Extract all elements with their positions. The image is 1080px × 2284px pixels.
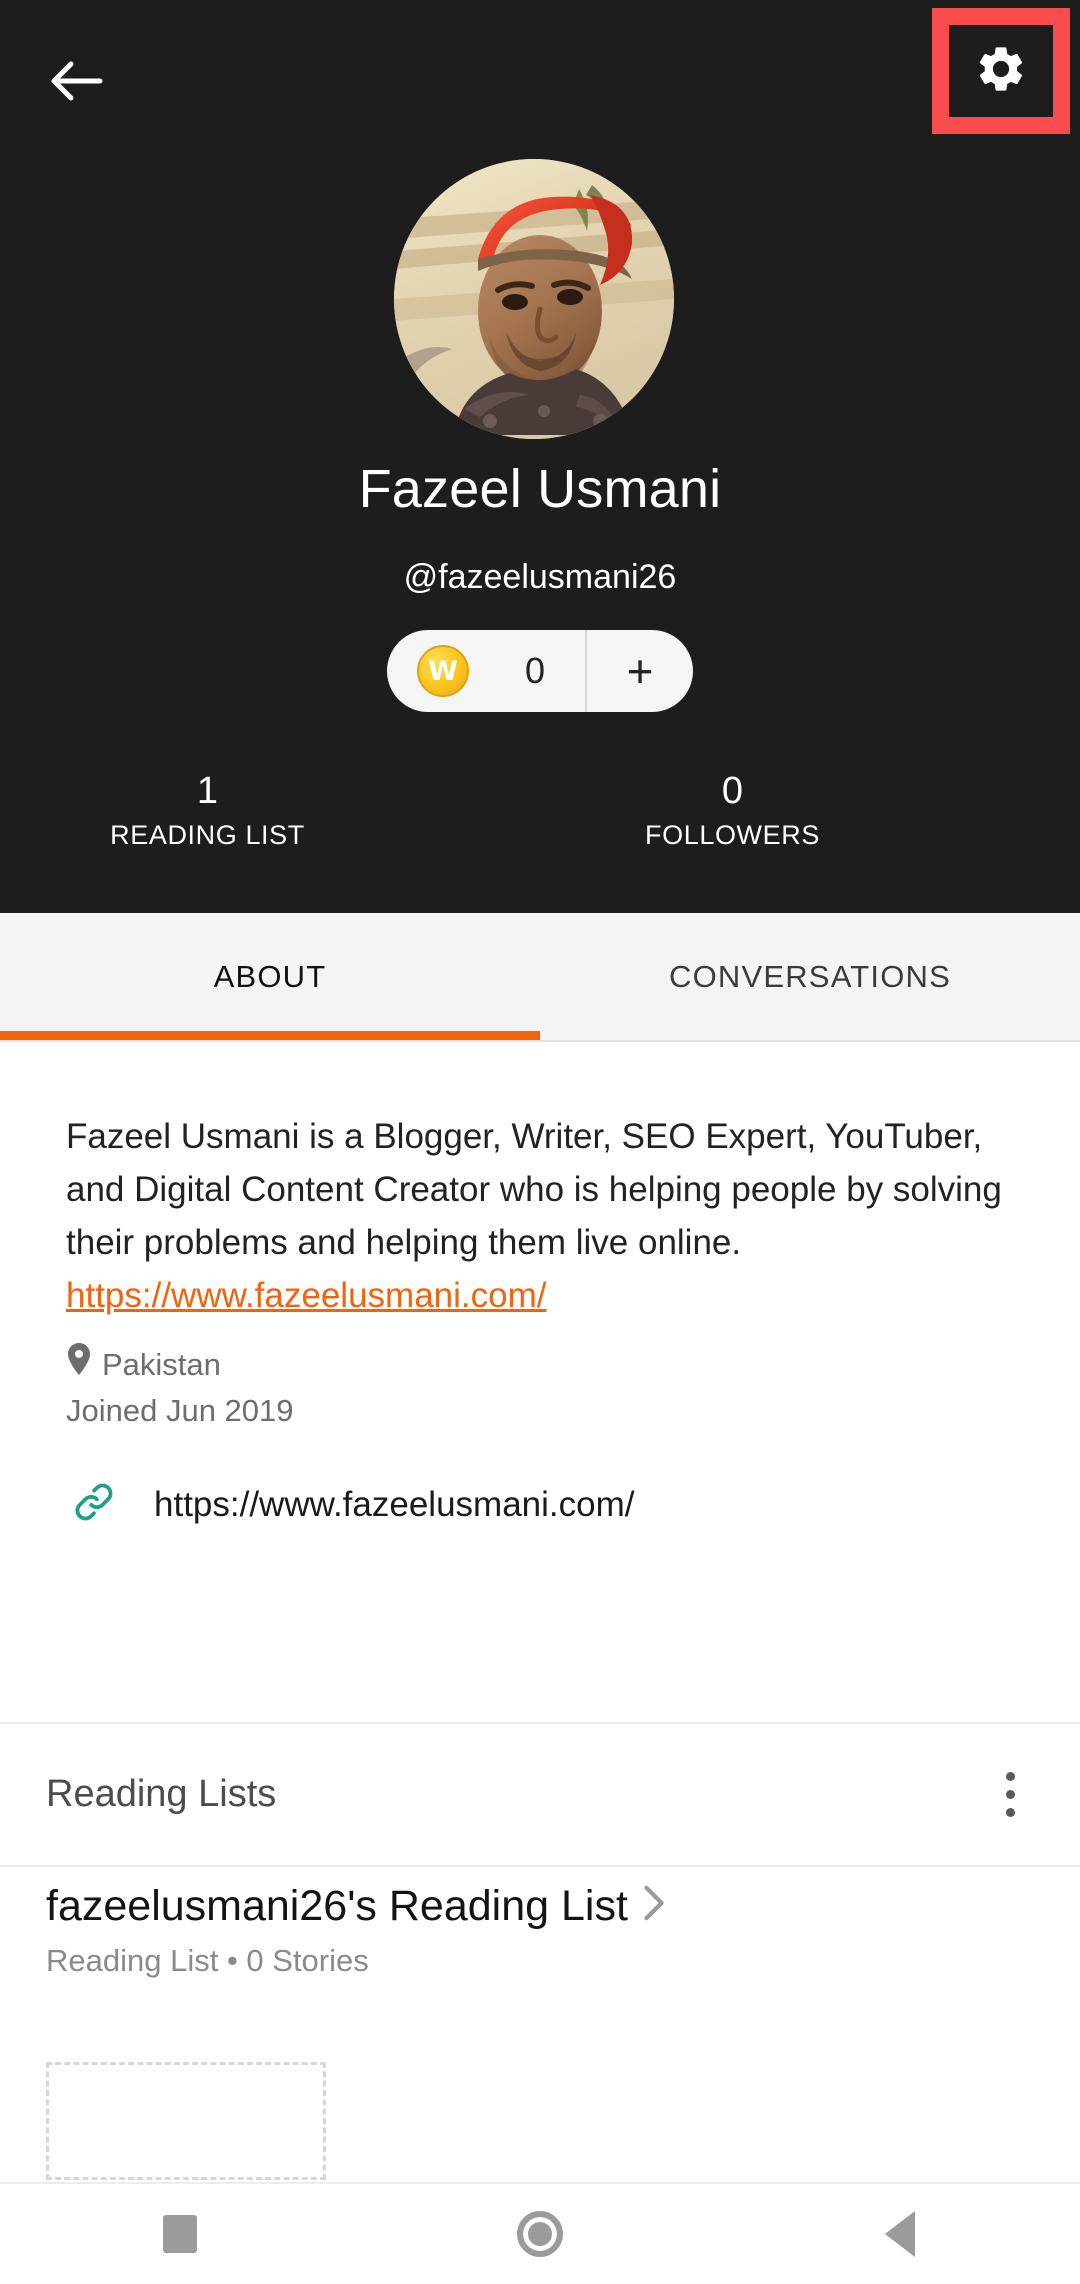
reading-list-subtitle: Reading List • 0 Stories — [46, 1943, 369, 1978]
reading-lists-header: Reading Lists — [0, 1724, 1080, 1865]
username: @fazeelusmani26 — [403, 558, 677, 596]
stat-label: FOLLOWERS — [645, 819, 820, 850]
circle-icon — [517, 2211, 563, 2257]
reading-list-name: fazeelusmani26's Reading List — [46, 1882, 628, 1930]
nav-back-button[interactable] — [720, 2211, 1080, 2257]
profile-screen: Fazeel Usmani @fazeelusmani26 W 0 + 1 RE… — [0, 0, 1080, 2284]
stat-value: 1 — [196, 770, 219, 812]
website-url: https://www.fazeelusmani.com/ — [154, 1484, 635, 1524]
gear-icon — [974, 42, 1028, 101]
tab-about[interactable]: ABOUT — [0, 913, 540, 1040]
stat-label: READING LIST — [110, 819, 305, 850]
bio-text: Fazeel Usmani is a Blogger, Writer, SEO … — [66, 1117, 1002, 1262]
bio-website-link[interactable]: https://www.fazeelusmani.com/ — [66, 1276, 546, 1315]
settings-highlight-box — [932, 8, 1070, 134]
arrow-left-icon — [51, 61, 103, 101]
bio-block: Fazeel Usmani is a Blogger, Writer, SEO … — [0, 1042, 1080, 1322]
chevron-right-icon — [642, 1884, 666, 1933]
link-chain-icon — [70, 1478, 118, 1531]
stat-reading-list[interactable]: 1 READING LIST — [0, 770, 525, 851]
coin-balance-group[interactable]: W 0 — [387, 630, 588, 712]
page-title: Fazeel Usmani — [358, 459, 722, 519]
website-row[interactable]: https://www.fazeelusmani.com/ — [0, 1434, 1080, 1531]
list-item[interactable]: fazeelusmani26's Reading List Reading Li… — [0, 1880, 1080, 1979]
reading-list-name-row: fazeelusmani26's Reading List — [46, 1880, 1080, 1933]
profile-tabs: ABOUT CONVERSATIONS — [0, 913, 1080, 1042]
reading-lists-title: Reading Lists — [46, 1773, 277, 1815]
triangle-back-icon — [885, 2211, 915, 2257]
avatar[interactable] — [394, 159, 674, 439]
section-divider-bottom — [0, 1865, 1080, 1867]
back-button[interactable] — [34, 38, 120, 124]
stat-followers[interactable]: 0 FOLLOWERS — [525, 770, 1080, 851]
add-coins-button[interactable]: + — [587, 630, 693, 712]
settings-button[interactable] — [949, 25, 1053, 117]
location-text: Pakistan — [102, 1347, 221, 1382]
android-navigation-bar — [0, 2184, 1080, 2284]
location-pin-icon — [66, 1342, 92, 1388]
profile-stats: 1 READING LIST 0 FOLLOWERS — [0, 770, 1080, 851]
tab-conversations[interactable]: CONVERSATIONS — [540, 913, 1080, 1040]
nav-home-button[interactable] — [360, 2211, 720, 2257]
nav-recents-button[interactable] — [0, 2215, 360, 2253]
kebab-menu-icon[interactable] — [980, 1760, 1040, 1830]
profile-meta: Pakistan Joined Jun 2019 — [0, 1322, 1080, 1434]
wattpad-coin-icon: W — [416, 645, 469, 697]
story-cover-placeholder — [46, 2062, 326, 2180]
location-row: Pakistan — [66, 1342, 1014, 1388]
coin-balance-pill: W 0 + — [386, 630, 694, 712]
coin-count: 0 — [524, 650, 546, 691]
avatar-image — [394, 159, 674, 439]
about-panel: Fazeel Usmani is a Blogger, Writer, SEO … — [0, 1042, 1080, 1531]
joined-date: Joined Jun 2019 — [66, 1393, 294, 1428]
coin-letter: W — [428, 655, 458, 687]
square-icon — [163, 2215, 197, 2253]
profile-header: Fazeel Usmani @fazeelusmani26 W 0 + 1 RE… — [0, 0, 1080, 913]
stat-value: 0 — [721, 770, 744, 812]
